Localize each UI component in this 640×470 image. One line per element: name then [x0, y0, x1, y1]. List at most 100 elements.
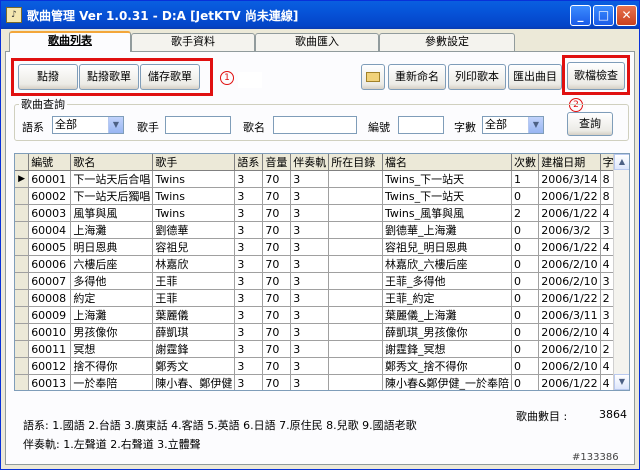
table-row[interactable]: 60006 六樓后座 林嘉欣 3 70 3 林嘉欣_六樓后座 0 2006/2/10 4: [15, 255, 629, 273]
play-list-button[interactable]: 點撥歌單: [79, 64, 139, 90]
row-selector[interactable]: [15, 221, 30, 239]
row-selector[interactable]: [15, 340, 30, 358]
table-row[interactable]: 60005 明日恩典 容祖兒 3 70 3 容祖兒_明日恩典 0 2006/1/22 4: [15, 238, 629, 256]
lang-select[interactable]: 全部 ▼: [52, 116, 124, 134]
table-cell: 2: [511, 204, 540, 222]
column-header[interactable]: 歌手: [152, 154, 236, 171]
lang-select-value: 全部: [55, 118, 77, 131]
table-cell: 2006/3/11: [538, 306, 601, 324]
export-button[interactable]: 匯出曲目: [508, 64, 562, 90]
table-cell: 六樓后座: [70, 255, 154, 273]
song-name-input[interactable]: [273, 116, 357, 134]
table-cell: 0: [511, 187, 540, 205]
table-row[interactable]: 60012 捨不得你 鄭秀文 3 70 3 鄭秀文_捨不得你 0 2006/2/10 4: [15, 357, 629, 375]
row-selector[interactable]: [15, 289, 30, 307]
tab-song-import[interactable]: 歌曲匯入: [255, 33, 379, 51]
table-row[interactable]: 60007 多得他 王菲 3 70 3 王菲_多得他 0 2006/2/10 3: [15, 272, 629, 290]
column-header[interactable]: 編號: [28, 154, 72, 171]
language-legend: 語系: 1.國語 2.台語 3.廣東話 4.客語 5.英語 6.日語 7.原住民…: [23, 419, 417, 432]
row-selector-header: [15, 154, 30, 171]
maximize-button[interactable]: □: [593, 5, 614, 26]
table-cell: 明日恩典: [70, 238, 154, 256]
table-cell: Twins_風箏與風: [382, 204, 513, 222]
row-selector[interactable]: [15, 272, 30, 290]
table-cell: 3: [290, 306, 330, 324]
row-selector[interactable]: [15, 238, 30, 256]
table-cell: Twins_下一站天: [382, 170, 513, 188]
column-header[interactable]: 建檔日期: [538, 154, 601, 171]
table-row[interactable]: ▶ 60001 下一站天后合唱 Twins 3 70 3 Twins_下一站天 1 2006/3/…: [15, 170, 629, 188]
row-selector[interactable]: [15, 204, 30, 222]
print-button[interactable]: 列印歌本: [448, 64, 506, 90]
table-cell: 上海灘: [70, 221, 154, 239]
row-selector[interactable]: [15, 374, 30, 390]
table-row[interactable]: 60003 風箏與風 Twins 3 70 3 Twins_風箏與風 2 2006/1/22 4: [15, 204, 629, 222]
check-files-button[interactable]: 歌檔檢查: [567, 62, 625, 90]
table-cell: 70: [262, 289, 292, 307]
scroll-down-icon[interactable]: ▼: [614, 374, 629, 390]
column-header[interactable]: 音量: [262, 154, 292, 171]
table-cell: 3: [290, 272, 330, 290]
table-row[interactable]: 60002 下一站天后獨唱 Twins 3 70 3 Twins_下一站天 0 2006/1/2…: [15, 187, 629, 205]
word-count-select[interactable]: 全部 ▼: [482, 116, 544, 134]
table-cell: [328, 187, 383, 205]
table-row[interactable]: 60010 男孩像你 薛凱琪 3 70 3 薛凱琪_男孩像你 0 2006/2/10 4: [15, 323, 629, 341]
table-cell: 王菲: [152, 272, 236, 290]
play-button[interactable]: 點撥: [18, 64, 78, 90]
table-row[interactable]: 60009 上海灘 葉麗儀 3 70 3 葉麗儀_上海灘 0 2006/3/11 3: [15, 306, 629, 324]
table-cell: 0: [511, 272, 540, 290]
table-cell: 謝霆鋒_冥想: [382, 340, 513, 358]
row-selector[interactable]: ▶: [15, 170, 30, 188]
minimize-button[interactable]: _: [570, 5, 591, 26]
tab-settings[interactable]: 參數設定: [379, 33, 515, 51]
app-icon: ♪: [6, 7, 22, 23]
table-cell: 3: [290, 289, 330, 307]
row-selector[interactable]: [15, 187, 30, 205]
rename-button[interactable]: 重新命名: [388, 64, 446, 90]
code-label: 編號: [368, 121, 390, 134]
table-cell: 3: [234, 374, 264, 390]
table-row[interactable]: 60011 冥想 謝霆鋒 3 70 3 謝霆鋒_冥想 0 2006/2/10 2: [15, 340, 629, 358]
song-count-value: 3864: [599, 408, 627, 421]
column-header[interactable]: 歌名: [70, 154, 154, 171]
table-cell: 0: [511, 255, 540, 273]
table-cell: 3: [290, 204, 330, 222]
column-header[interactable]: 所在目錄: [328, 154, 383, 171]
window-title: 歌曲管理 Ver 1.0.31 - D:A [JetKTV 尚未連線]: [27, 9, 299, 23]
column-header[interactable]: 次數: [511, 154, 540, 171]
table-cell: 一於奉陪: [70, 374, 154, 390]
scroll-up-icon[interactable]: ▲: [614, 154, 629, 170]
tab-song-list[interactable]: 歌曲列表: [9, 31, 131, 52]
vertical-scrollbar[interactable]: ▲ ▼: [613, 154, 629, 390]
row-selector[interactable]: [15, 306, 30, 324]
column-header[interactable]: 伴奏軌: [290, 154, 330, 171]
query-button[interactable]: 查詢: [567, 112, 613, 136]
title-bar[interactable]: ♪ 歌曲管理 Ver 1.0.31 - D:A [JetKTV 尚未連線] _ …: [1, 1, 639, 29]
table-cell: 60005: [28, 238, 72, 256]
code-input[interactable]: [398, 116, 444, 134]
singer-input[interactable]: [165, 116, 231, 134]
table-cell: 60012: [28, 357, 72, 375]
song-table[interactable]: 編號歌名歌手語系音量伴奏軌所在目錄檔名次數建檔日期字數 ▶60001下一站天后合…: [14, 153, 630, 391]
row-selector[interactable]: [15, 323, 30, 341]
table-cell: 70: [262, 187, 292, 205]
table-cell: 0: [511, 289, 540, 307]
close-button[interactable]: ✕: [616, 5, 637, 26]
table-cell: 上海灘: [70, 306, 154, 324]
column-header[interactable]: 檔名: [382, 154, 513, 171]
open-folder-button[interactable]: [361, 64, 385, 90]
table-cell: 60007: [28, 272, 72, 290]
table-cell: [328, 340, 383, 358]
table-row[interactable]: 60008 約定 王菲 3 70 3 王菲_約定 0 2006/1/22 2: [15, 289, 629, 307]
chevron-down-icon[interactable]: ▼: [528, 117, 543, 133]
tab-singer-data[interactable]: 歌手資料: [131, 33, 255, 51]
table-row[interactable]: 60013 一於奉陪 陳小春、鄭伊健 3 70 3 陳小春&鄭伊健_一於奉陪 0 2006/1/…: [15, 374, 629, 390]
table-row[interactable]: 60004 上海灘 劉德華 3 70 3 劉德華_上海灘 0 2006/3/2 3: [15, 221, 629, 239]
save-list-button[interactable]: 儲存歌單: [140, 64, 200, 90]
row-selector[interactable]: [15, 357, 30, 375]
row-selector[interactable]: [15, 255, 30, 273]
chevron-down-icon[interactable]: ▼: [108, 117, 123, 133]
column-header[interactable]: 語系: [234, 154, 264, 171]
table-cell: 60003: [28, 204, 72, 222]
lang-label: 語系: [22, 121, 44, 134]
